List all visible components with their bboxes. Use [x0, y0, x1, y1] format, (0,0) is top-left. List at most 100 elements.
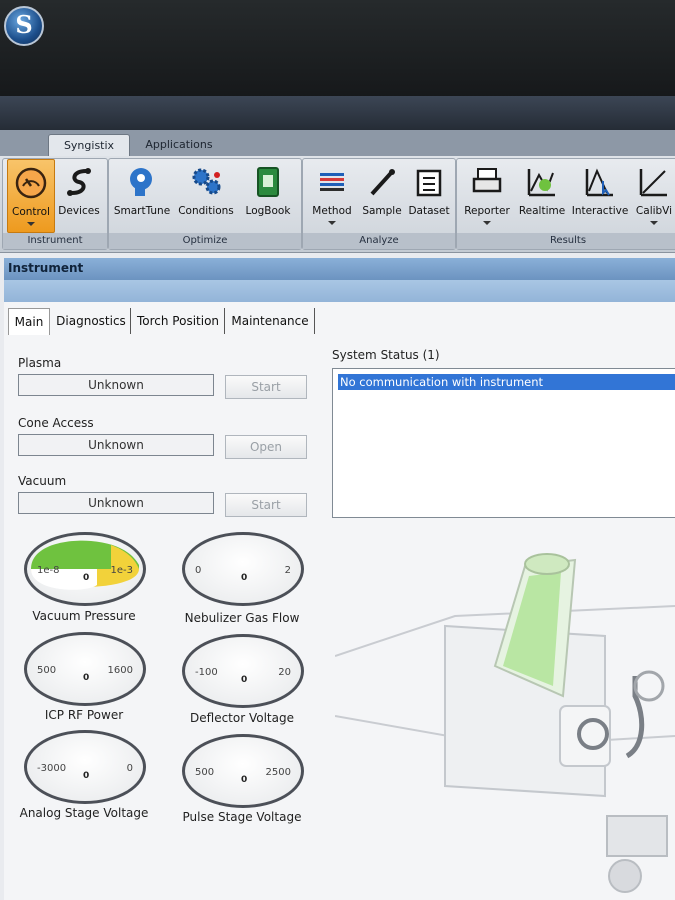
ribbon-group-instrument: Control Devices Instrument: [2, 158, 108, 250]
chevron-down-icon: [328, 221, 336, 225]
gauge-min-label: 500: [37, 665, 57, 676]
vacuum-pressure-label: Vacuum Pressure: [32, 609, 136, 623]
group-label-instrument: Instrument: [3, 233, 107, 249]
calib-icon: [639, 169, 667, 197]
nebulizer-gas-flow-label: Nebulizer Gas Flow: [184, 611, 300, 625]
chevron-down-icon: [27, 222, 35, 226]
sample-button[interactable]: Sample: [359, 159, 405, 231]
pipette-icon: [370, 169, 395, 196]
chevron-down-icon: [650, 221, 658, 225]
panel-title: Instrument: [8, 261, 84, 275]
analog-stage-voltage-gauge: -3000 0 0: [24, 730, 146, 804]
ribbon-group-results: Reporter Realtime Interactive CalibVi Re…: [456, 158, 675, 250]
system-status-label: System Status (1): [332, 348, 440, 362]
title-bar: [0, 96, 675, 130]
cone-access-status-field: Unknown: [18, 434, 214, 456]
method-label: Method: [312, 205, 352, 217]
gauge-value: 0: [241, 775, 248, 785]
smarttune-label: SmartTune: [113, 205, 171, 217]
plasma-status-field: Unknown: [18, 374, 214, 396]
gauge-min-label: -3000: [37, 763, 67, 774]
system-status-list[interactable]: [332, 368, 675, 518]
deflector-voltage-gauge: -100 20 0: [182, 634, 304, 708]
chevron-down-icon: [483, 221, 491, 225]
interactive-button[interactable]: Interactive: [569, 159, 631, 231]
tab-syngistix[interactable]: Syngistix: [48, 134, 130, 157]
reporter-label: Reporter: [464, 205, 510, 217]
tab-applications[interactable]: Applications: [138, 134, 220, 156]
gauge-min-label: 0: [195, 565, 202, 576]
dataset-label: Dataset: [408, 205, 450, 217]
sample-label: Sample: [362, 205, 402, 217]
smarttune-icon: [130, 168, 152, 196]
gauge-max-label: 20: [278, 667, 291, 678]
gears-icon: [192, 168, 221, 195]
gauge-value: 0: [241, 675, 248, 685]
interactive-icon: [585, 168, 613, 197]
group-label-optimize: Optimize: [109, 233, 301, 249]
logbook-icon: [257, 167, 279, 197]
icp-rf-power-gauge: 500 1600 0: [24, 632, 146, 706]
method-button[interactable]: Method: [305, 159, 359, 231]
interactive-label: Interactive: [571, 205, 629, 217]
gauge-value: 0: [83, 771, 90, 781]
icp-rf-power-label: ICP RF Power: [44, 708, 124, 722]
conditions-button[interactable]: Conditions: [175, 159, 237, 231]
tab-main[interactable]: Main: [8, 308, 50, 335]
gauge-min-label: 1e-8: [37, 565, 60, 576]
realtime-label: Realtime: [518, 205, 566, 217]
vacuum-pressure-gauge: 1e-8 1e-3 0: [24, 532, 146, 606]
gauge-max-label: 0: [126, 763, 133, 774]
app-logo[interactable]: S: [4, 6, 44, 46]
realtime-icon: [527, 169, 555, 197]
gauge-value: 0: [83, 673, 90, 683]
plasma-label: Plasma: [18, 356, 62, 370]
devices-button[interactable]: Devices: [55, 159, 103, 231]
pulse-stage-voltage-gauge: 500 2500 0: [182, 734, 304, 808]
dataset-button[interactable]: Dataset: [405, 159, 453, 231]
deflector-voltage-label: Deflector Voltage: [190, 711, 294, 725]
conditions-label: Conditions: [178, 205, 234, 217]
printer-icon: [472, 168, 502, 193]
ribbon: Control Devices Instrument SmartTune Con…: [0, 156, 675, 253]
ribbon-group-optimize: SmartTune Conditions LogBook Optimize: [108, 158, 302, 250]
monitor-bezel: [0, 0, 675, 110]
panel-toolbar: [4, 280, 675, 302]
tab-diagnostics[interactable]: Diagnostics: [52, 308, 131, 334]
nebulizer-gas-flow-gauge: 0 2 0: [182, 532, 304, 606]
gauge-value: 0: [241, 573, 248, 583]
plasma-start-button[interactable]: Start: [225, 375, 307, 399]
status-message-item[interactable]: No communication with instrument: [338, 374, 675, 390]
analog-stage-voltage-label: Analog Stage Voltage: [19, 806, 149, 820]
gauge-value: 0: [83, 573, 90, 583]
control-label: Control: [12, 206, 50, 218]
gauge-min-label: 500: [195, 767, 215, 778]
vacuum-start-button[interactable]: Start: [225, 493, 307, 517]
control-button[interactable]: Control: [7, 159, 55, 233]
realtime-button[interactable]: Realtime: [515, 159, 569, 231]
ribbon-tab-row: Syngistix Applications: [0, 130, 675, 157]
tab-torch-position[interactable]: Torch Position: [132, 308, 225, 334]
gauge-icon: [15, 167, 47, 199]
gauge-min-label: -100: [195, 667, 218, 678]
reporter-button[interactable]: Reporter: [459, 159, 515, 231]
cone-open-button[interactable]: Open: [225, 435, 307, 459]
calibview-button[interactable]: CalibVi: [631, 159, 675, 231]
vacuum-label: Vacuum: [18, 474, 67, 488]
tab-maintenance[interactable]: Maintenance: [226, 308, 315, 334]
gauge-max-label: 1e-3: [110, 565, 134, 576]
group-label-results: Results: [457, 233, 675, 249]
logbook-label: LogBook: [245, 205, 291, 217]
calibview-label: CalibVi: [635, 205, 673, 217]
gauge-max-label: 2500: [265, 767, 291, 778]
devices-icon: [67, 168, 91, 196]
gauge-max-label: 2: [284, 565, 291, 576]
app-window: Syngistix Applications Control Devices I…: [0, 96, 675, 900]
logbook-button[interactable]: LogBook: [239, 159, 297, 231]
smarttune-button[interactable]: SmartTune: [111, 159, 173, 231]
vacuum-status-field: Unknown: [18, 492, 214, 514]
pulse-stage-voltage-label: Pulse Stage Voltage: [182, 810, 302, 824]
cone-access-label: Cone Access: [18, 416, 94, 430]
group-label-analyze: Analyze: [303, 233, 455, 249]
panel-header: Instrument: [4, 258, 675, 280]
